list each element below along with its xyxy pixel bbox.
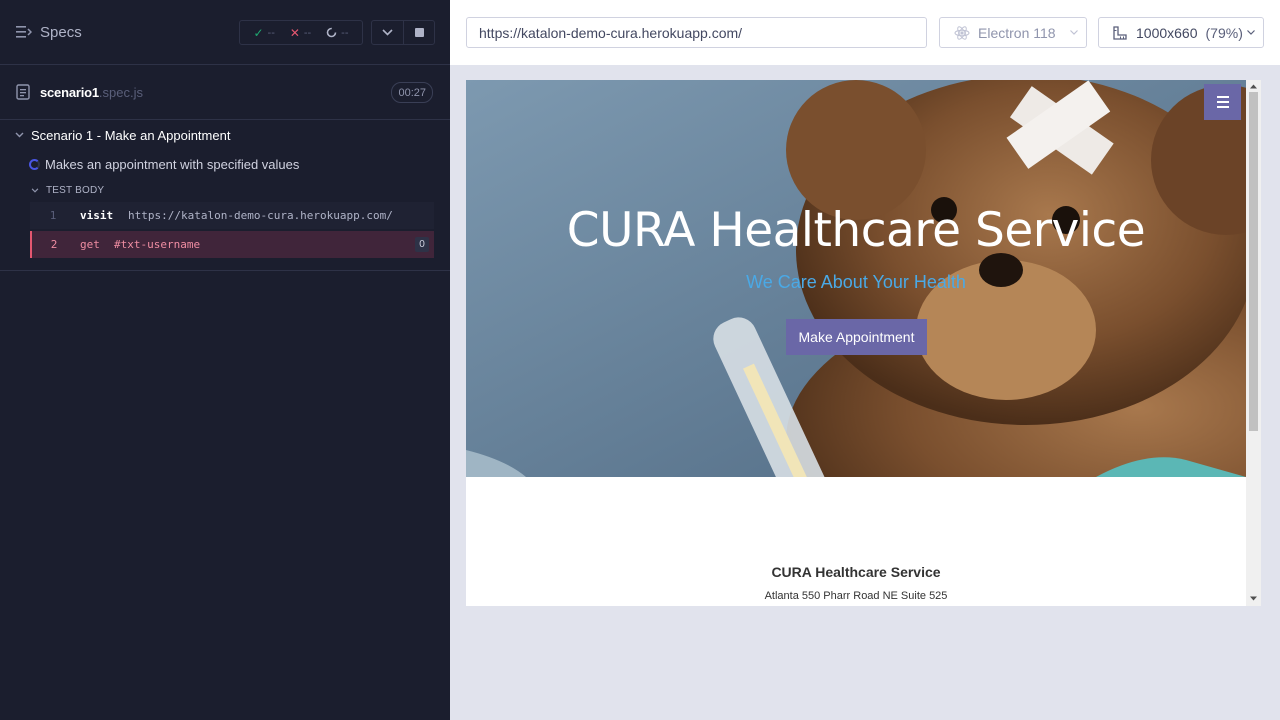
make-appointment-button[interactable]: Make Appointment <box>786 319 927 355</box>
menu-toggle-button[interactable] <box>1204 84 1241 120</box>
browser-selector[interactable]: Electron 118 <box>939 17 1087 48</box>
reporter-header: Specs ✓ -- ✕ -- -- <box>0 0 450 65</box>
hamburger-icon <box>1216 96 1229 98</box>
specs-list-icon[interactable] <box>16 25 32 39</box>
scroll-thumb[interactable] <box>1249 92 1258 431</box>
pending-circle-icon <box>326 27 337 38</box>
suite-title-row[interactable]: Scenario 1 - Make an Appointment <box>0 125 450 145</box>
failed-count: -- <box>303 26 312 39</box>
command-name: get <box>80 238 100 251</box>
hamburger-icon <box>1216 101 1229 103</box>
test-body-label: TEST BODY <box>46 184 105 196</box>
reporter-panel: Specs ✓ -- ✕ -- -- scenario1 .spec.js 00… <box>0 0 450 720</box>
scroll-up-arrow-icon[interactable] <box>1249 82 1258 91</box>
stop-icon <box>414 28 424 37</box>
command-name: visit <box>80 209 114 222</box>
pending-stat: -- <box>326 27 348 39</box>
app-iframe[interactable]: CURA Healthcare Service We Care About Yo… <box>466 80 1261 606</box>
footer-address: Atlanta 550 Pharr Road NE Suite 525 <box>764 590 948 602</box>
divider <box>0 270 450 271</box>
viewport-scale: (79%) <box>1205 24 1243 41</box>
browser-label: Electron 118 <box>978 24 1056 41</box>
command-row[interactable]: 1 visit https://katalon-demo-cura.heroku… <box>30 202 434 229</box>
test-title-row[interactable]: Makes an appointment with specified valu… <box>29 155 299 173</box>
url-field[interactable]: https://katalon-demo-cura.herokuapp.com/ <box>466 17 927 48</box>
command-row-active[interactable]: 2 get #txt-username 0 <box>30 231 434 258</box>
chevron-down-icon <box>15 132 24 138</box>
specs-title[interactable]: Specs <box>40 24 82 41</box>
spec-file-row[interactable]: scenario1 .spec.js 00:27 <box>0 65 450 120</box>
suite-title: Scenario 1 - Make an Appointment <box>31 127 231 143</box>
chevron-down-icon <box>1247 30 1255 35</box>
run-controls <box>371 20 435 45</box>
pending-count: -- <box>341 26 349 39</box>
chevron-down-icon <box>31 187 39 193</box>
chevron-down-icon <box>1070 30 1078 35</box>
scroll-down-arrow-icon[interactable] <box>1249 594 1258 603</box>
command-number: 2 <box>50 238 58 251</box>
hamburger-icon <box>1216 106 1229 108</box>
command-message: #txt-username <box>114 238 201 251</box>
running-spinner-icon <box>29 158 40 170</box>
ruler-icon <box>1113 25 1127 40</box>
hero-subtitle: We Care About Your Health <box>746 272 966 292</box>
test-body-toggle[interactable]: TEST BODY <box>31 182 104 198</box>
stop-button[interactable] <box>403 21 434 44</box>
x-icon: ✕ <box>289 25 300 40</box>
command-number: 1 <box>49 209 57 222</box>
spec-name: scenario1 <box>40 84 99 100</box>
spec-extension: .spec.js <box>98 84 143 100</box>
test-title: Makes an appointment with specified valu… <box>45 156 300 172</box>
viewport-size: 1000x660 <box>1136 24 1198 41</box>
passed-stat: ✓ -- <box>253 26 274 40</box>
element-count-badge: 0 <box>415 237 429 252</box>
aut-header: https://katalon-demo-cura.herokuapp.com/… <box>450 0 1280 65</box>
check-icon: ✓ <box>253 25 264 40</box>
hero-section: CURA Healthcare Service We Care About Yo… <box>466 80 1246 477</box>
duration-badge: 00:27 <box>391 82 433 103</box>
viewport-selector[interactable]: 1000x660 (79%) <box>1098 17 1264 48</box>
electron-icon <box>954 25 970 40</box>
passed-count: -- <box>267 26 275 39</box>
failed-stat: ✕ -- <box>290 26 311 40</box>
hero-title: CURA Healthcare Service <box>566 203 1146 258</box>
iframe-scrollbar[interactable] <box>1246 80 1261 606</box>
run-stats: ✓ -- ✕ -- -- <box>239 20 363 45</box>
document-icon <box>16 84 30 100</box>
footer-title: CURA Healthcare Service <box>771 564 941 580</box>
collapse-button[interactable] <box>372 21 403 44</box>
command-message: https://katalon-demo-cura.herokuapp.com/ <box>128 209 393 222</box>
chevron-down-icon <box>382 29 393 36</box>
aut-panel: https://katalon-demo-cura.herokuapp.com/… <box>450 0 1280 720</box>
